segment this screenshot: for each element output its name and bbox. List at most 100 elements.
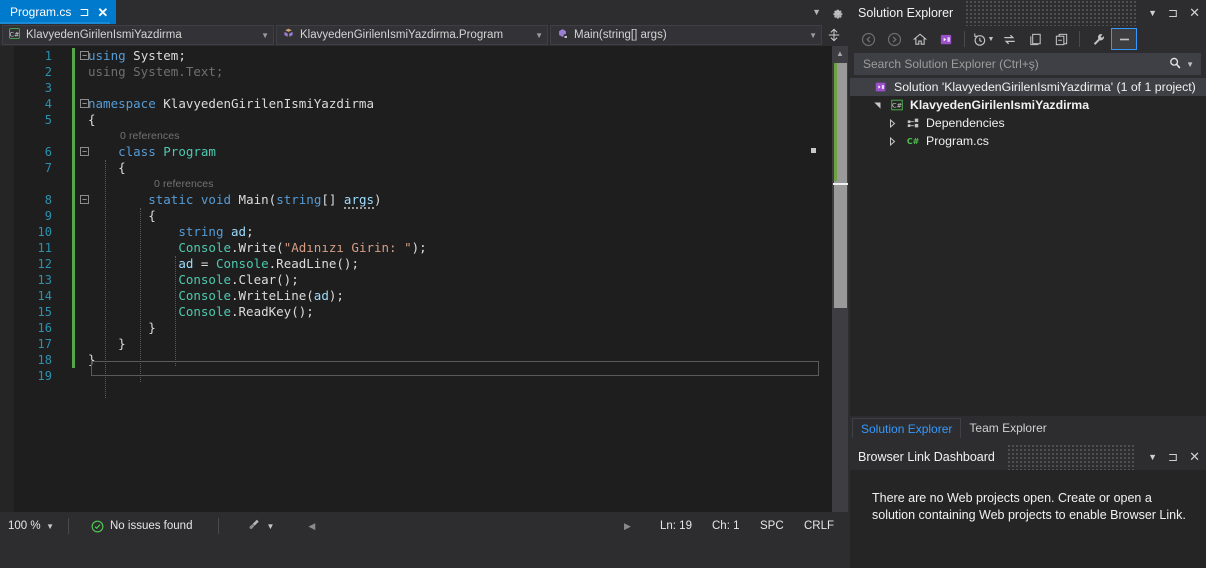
solution-explorer-search[interactable]: ▼ bbox=[854, 53, 1201, 75]
method-private-icon bbox=[556, 27, 569, 43]
status-bar-right: ▶ Ln: 19 Ch: 1 SPC CRLF bbox=[624, 512, 848, 540]
solution-explorer-toolbar: ▼ bbox=[850, 26, 1206, 52]
code-text: } bbox=[148, 320, 156, 335]
chevron-down-icon[interactable]: ▼ bbox=[266, 522, 274, 531]
divider bbox=[68, 518, 69, 534]
chevron-right-icon[interactable] bbox=[886, 136, 900, 146]
tree-item-dependencies[interactable]: Dependencies bbox=[850, 114, 1206, 132]
home-icon[interactable] bbox=[907, 28, 933, 50]
dock-tab-team-explorer[interactable]: Team Explorer bbox=[961, 418, 1054, 438]
navbar-project-dropdown[interactable]: C# KlavyedenGirilenIsmiYazdirma ▼ bbox=[2, 25, 274, 45]
forward-icon[interactable] bbox=[881, 28, 907, 50]
brush-tool[interactable]: ▼ bbox=[247, 518, 274, 534]
search-input[interactable] bbox=[861, 56, 1169, 72]
svg-text:C#: C# bbox=[892, 102, 902, 110]
navbar-member-dropdown[interactable]: Main(string[] args) ▼ bbox=[550, 25, 822, 45]
show-all-files-icon[interactable] bbox=[1022, 28, 1048, 50]
scrollbar-thumb[interactable] bbox=[833, 63, 848, 308]
issues-label: No issues found bbox=[110, 520, 193, 532]
chevron-down-icon[interactable]: ▼ bbox=[1186, 60, 1194, 69]
chevron-down-icon[interactable]: ▼ bbox=[535, 31, 543, 40]
triangle-right-icon[interactable]: ▶ bbox=[624, 521, 660, 532]
line-number: 8 bbox=[44, 193, 52, 207]
change-marker bbox=[72, 112, 75, 128]
navbar-type-label: KlavyedenGirilenIsmiYazdirma.Program bbox=[300, 29, 504, 41]
collapse-all-icon[interactable] bbox=[1048, 28, 1074, 50]
tree-item-program-cs[interactable]: C# Program.cs bbox=[850, 132, 1206, 150]
triangle-left-icon[interactable]: ◀ bbox=[308, 521, 315, 532]
solution-explorer-tree[interactable]: Solution 'KlavyedenGirilenIsmiYazdirma' … bbox=[850, 78, 1206, 418]
search-icon[interactable] bbox=[1168, 56, 1182, 73]
zoom-level-selector[interactable]: 100 % ▼ bbox=[0, 520, 62, 532]
properties-icon[interactable] bbox=[1085, 28, 1111, 50]
chevron-down-icon[interactable]: ▼ bbox=[809, 31, 817, 40]
close-icon[interactable]: ✕ bbox=[1189, 5, 1200, 21]
line-number: 13 bbox=[37, 273, 52, 287]
chevron-down-icon[interactable]: ▼ bbox=[1148, 452, 1157, 462]
dock-tab-solution-explorer[interactable]: Solution Explorer bbox=[852, 418, 962, 438]
tree-item-klavyedengirilenismiyazdirma[interactable]: ◢ C# KlavyedenGirilenIsmiYazdirma bbox=[850, 96, 1206, 114]
drag-handle[interactable] bbox=[1006, 444, 1137, 470]
panel-title: Browser Link Dashboard bbox=[858, 450, 995, 464]
solution-icon[interactable] bbox=[933, 28, 959, 50]
pending-changes-icon[interactable]: ▼ bbox=[970, 28, 996, 50]
change-marker bbox=[72, 96, 75, 112]
scrollbar-change-marker bbox=[834, 63, 837, 181]
visual-studio-window: Program.cs ⊐ ✕ ▼ C# KlavyedenGirilenIsmi… bbox=[0, 0, 1206, 568]
navbar-type-dropdown[interactable]: KlavyedenGirilenIsmiYazdirma.Program ▼ bbox=[276, 25, 548, 45]
chevron-down-icon[interactable]: ▼ bbox=[261, 31, 269, 40]
svg-text:C#: C# bbox=[10, 30, 20, 38]
tree-item-solution[interactable]: Solution 'KlavyedenGirilenIsmiYazdirma' … bbox=[850, 78, 1206, 96]
chevron-down-icon[interactable]: ▼ bbox=[988, 36, 995, 43]
pin-icon[interactable]: ⊐ bbox=[1168, 450, 1178, 464]
divider bbox=[1079, 31, 1080, 47]
gear-icon[interactable] bbox=[831, 6, 844, 19]
line-number: 9 bbox=[44, 209, 52, 223]
code-text: } bbox=[118, 336, 126, 351]
close-icon[interactable]: ✕ bbox=[97, 6, 108, 19]
codelens-references[interactable]: 0 references bbox=[154, 176, 214, 192]
divider bbox=[964, 31, 965, 47]
preview-selected-items-icon[interactable] bbox=[1111, 28, 1137, 50]
split-window-icon[interactable] bbox=[824, 25, 844, 45]
current-line-highlight bbox=[91, 361, 819, 376]
codelens-references[interactable]: 0 references bbox=[120, 128, 180, 144]
back-icon[interactable] bbox=[855, 28, 881, 50]
chevron-down-icon[interactable]: ▼ bbox=[1148, 8, 1157, 18]
line-number: 12 bbox=[37, 257, 52, 271]
pin-icon[interactable]: ⊐ bbox=[79, 6, 89, 18]
code-editor-surface[interactable]: 1− using System; 2 using System.Text; 3 4− nam… bbox=[0, 46, 848, 540]
editor-vertical-scrollbar[interactable]: ▲ ▼ bbox=[832, 46, 848, 540]
line-number: 4 bbox=[44, 97, 52, 111]
drag-handle[interactable] bbox=[965, 0, 1137, 26]
change-marker bbox=[72, 288, 75, 304]
code-text: using System; bbox=[88, 48, 186, 63]
navbar-project-label: KlavyedenGirilenIsmiYazdirma bbox=[26, 29, 182, 41]
tabstrip-actions: ▼ bbox=[812, 0, 844, 24]
scroll-up-icon[interactable]: ▲ bbox=[832, 46, 848, 62]
chevron-down-icon[interactable]: ▼ bbox=[46, 522, 54, 531]
csharp-project-icon: C# bbox=[8, 27, 21, 43]
chevron-down-icon[interactable]: ▼ bbox=[812, 7, 821, 17]
code-text: { bbox=[148, 208, 156, 223]
code-text: { bbox=[118, 160, 126, 175]
change-marker bbox=[72, 368, 75, 384]
code-text: namespace KlavyedenGirilenIsmiYazdirma bbox=[88, 96, 374, 111]
close-icon[interactable]: ✕ bbox=[1189, 449, 1200, 465]
class-icon bbox=[282, 27, 295, 43]
change-marker bbox=[72, 48, 75, 64]
pin-icon[interactable]: ⊐ bbox=[1168, 6, 1178, 20]
chevron-down-icon[interactable]: ◢ bbox=[873, 98, 882, 112]
browser-link-header: Browser Link Dashboard ▼ ⊐ ✕ bbox=[850, 444, 1206, 470]
issues-status[interactable]: No issues found bbox=[91, 520, 192, 533]
csharp-file-icon: C# bbox=[905, 134, 921, 148]
code-text: Console.Clear(); bbox=[178, 272, 299, 287]
editor-tab-program-cs[interactable]: Program.cs ⊐ ✕ bbox=[0, 0, 117, 24]
chevron-right-icon[interactable] bbox=[886, 118, 900, 128]
change-marker bbox=[72, 208, 75, 224]
check-circle-icon bbox=[91, 520, 104, 533]
solution-icon bbox=[873, 80, 889, 94]
sync-icon[interactable] bbox=[996, 28, 1022, 50]
right-dock: Solution Explorer ▼ ⊐ ✕ ▼ Search Solutio… bbox=[850, 0, 1206, 568]
line-number: 14 bbox=[37, 289, 52, 303]
